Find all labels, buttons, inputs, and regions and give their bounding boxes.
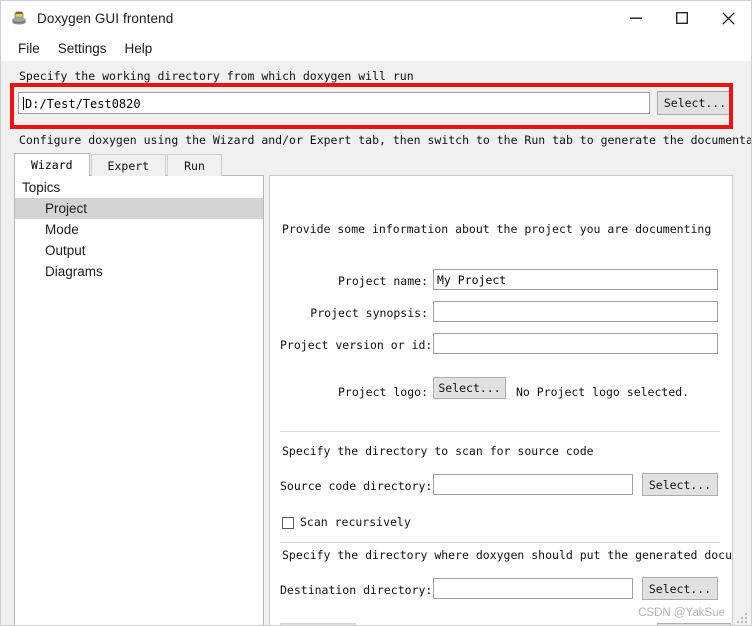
destination-dir-input[interactable] <box>433 578 633 599</box>
working-directory-select-button[interactable]: Select... <box>657 91 733 115</box>
menu-item-file[interactable]: File <box>9 39 49 58</box>
project-logo-label: Project logo: <box>337 385 428 399</box>
source-dir-label: Source code directory: <box>280 479 433 493</box>
text-caret <box>23 97 24 110</box>
project-name-label: Project name: <box>337 274 428 288</box>
divider-1 <box>280 431 720 432</box>
window-title: Doxygen GUI frontend <box>37 10 174 26</box>
configure-hint-text: Configure doxygen using the Wizard and/o… <box>19 133 752 147</box>
project-logo-select-button[interactable]: Select... <box>433 377 506 399</box>
project-synopsis-label: Project synopsis: <box>310 306 428 320</box>
destination-dir-section-text: Specify the directory where doxygen shou… <box>282 548 733 562</box>
tab-run[interactable]: Run <box>167 154 222 176</box>
sidebar-item-diagrams[interactable]: Diagrams <box>15 261 263 282</box>
topics-header: Topics <box>22 180 61 195</box>
sidebar-item-mode[interactable]: Mode <box>15 219 263 240</box>
destination-dir-select-button[interactable]: Select... <box>642 577 718 600</box>
sidebar-item-project[interactable]: Project <box>15 198 263 219</box>
close-icon <box>721 11 735 25</box>
wizard-intro-text: Provide some information about the proje… <box>282 222 712 236</box>
scan-recursively-checkbox[interactable] <box>282 517 294 529</box>
destination-dir-label: Destination directory: <box>280 583 433 597</box>
title-bar: Doxygen GUI frontend <box>1 1 751 35</box>
window-controls <box>613 1 751 35</box>
source-dir-section-text: Specify the directory to scan for source… <box>282 444 594 458</box>
wizard-panel: Provide some information about the proje… <box>269 175 733 625</box>
watermark-text: CSDN @YakSue <box>638 607 725 619</box>
topics-panel: Topics Project Mode Output Diagrams <box>14 175 264 625</box>
menu-bar: File Settings Help <box>1 35 751 61</box>
resize-grip[interactable] <box>736 612 747 623</box>
source-dir-select-button[interactable]: Select... <box>642 473 718 496</box>
main-content: Specify the working directory from which… <box>1 61 752 625</box>
project-logo-status: No Project logo selected. <box>516 385 690 399</box>
tab-bar: Wizard Expert Run <box>14 153 223 176</box>
menu-item-help[interactable]: Help <box>116 39 162 58</box>
working-directory-input[interactable]: D:/Test/Test0820 <box>18 92 650 114</box>
source-dir-input[interactable] <box>433 474 633 495</box>
divider-2 <box>280 542 720 543</box>
tab-wizard[interactable]: Wizard <box>14 153 90 176</box>
working-directory-value: D:/Test/Test0820 <box>25 97 141 111</box>
project-name-input[interactable]: My Project <box>433 269 718 290</box>
close-button[interactable] <box>705 1 751 35</box>
menu-item-settings[interactable]: Settings <box>49 39 116 58</box>
doxygen-app-icon <box>10 9 28 27</box>
project-version-label: Project version or id: <box>280 338 433 352</box>
tab-expert[interactable]: Expert <box>90 154 167 176</box>
scan-recursively-label: Scan recursively <box>300 515 411 529</box>
doxygen-gui-window: Doxygen GUI frontend File Settings Help … <box>0 0 752 626</box>
working-directory-label: Specify the working directory from which… <box>19 69 414 83</box>
project-version-input[interactable] <box>433 333 718 354</box>
maximize-button[interactable] <box>659 1 705 35</box>
project-synopsis-input[interactable] <box>433 301 718 322</box>
minimize-button[interactable] <box>613 1 659 35</box>
maximize-icon <box>676 12 688 24</box>
sidebar-item-output[interactable]: Output <box>15 240 263 261</box>
minimize-icon <box>630 17 642 19</box>
